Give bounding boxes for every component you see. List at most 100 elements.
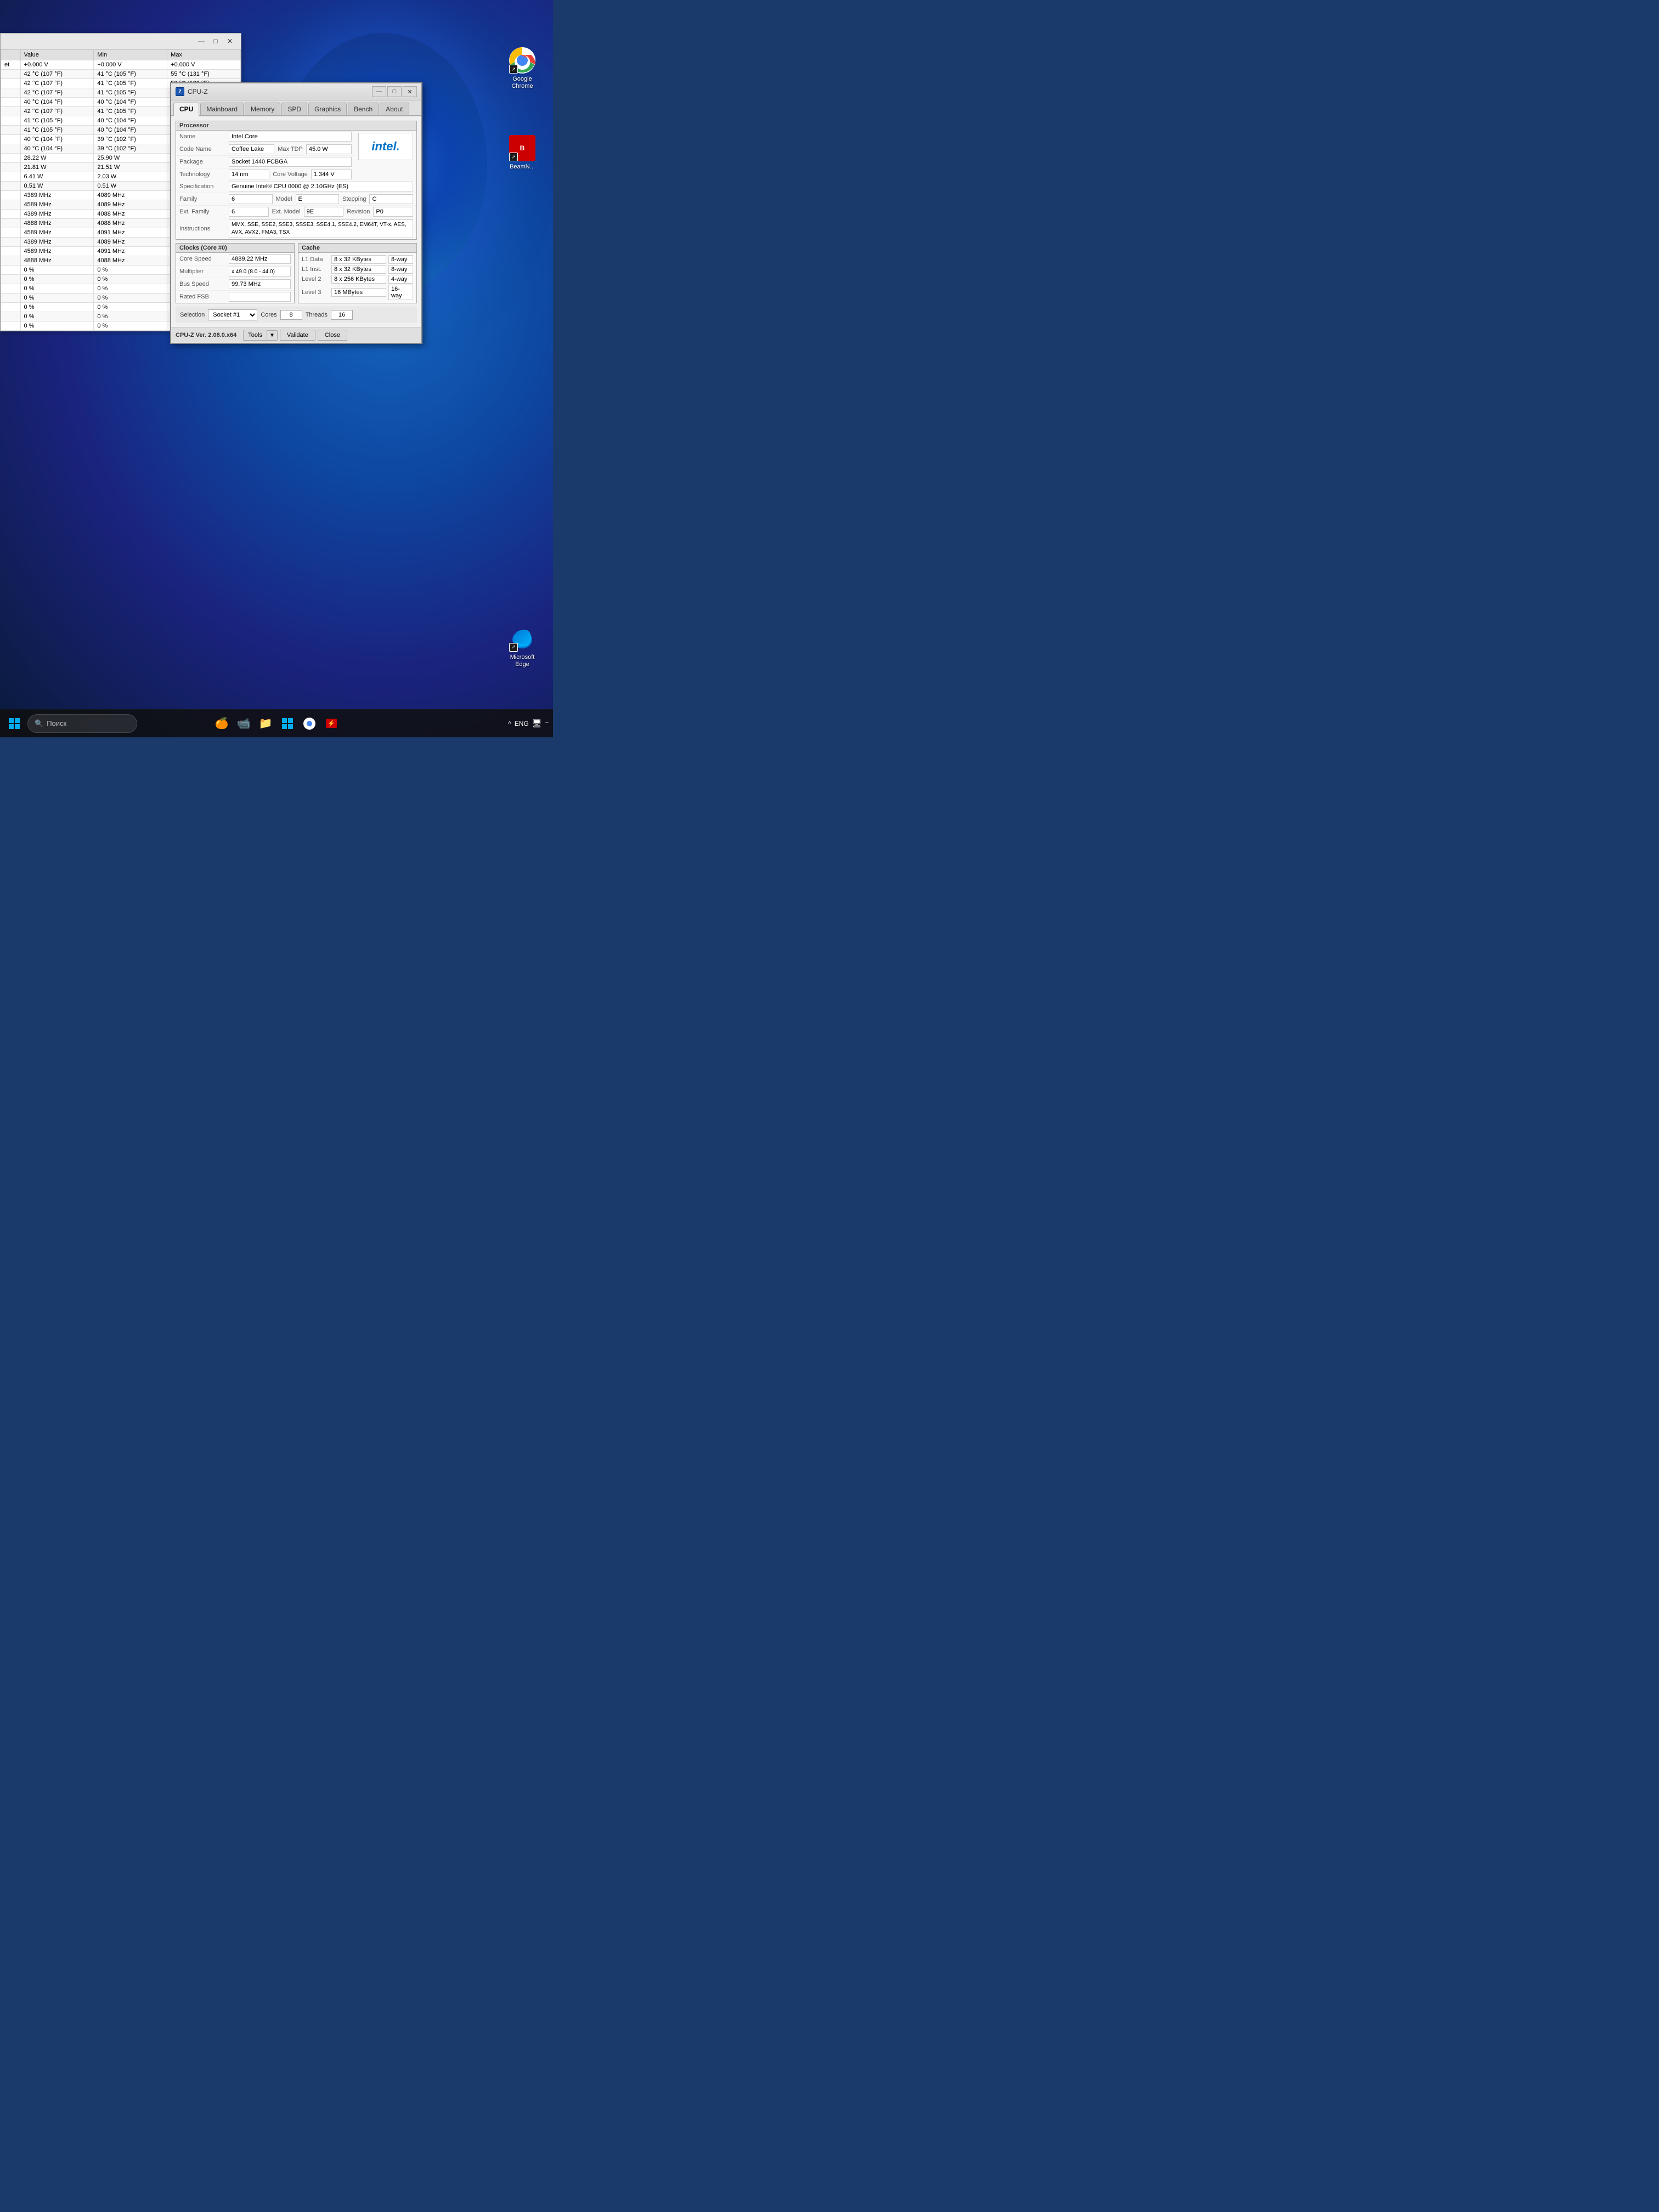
row-min: 41 °C (105 °F) <box>94 79 167 88</box>
row-value: 4389 MHz <box>20 210 94 219</box>
tab-graphics[interactable]: Graphics <box>308 103 347 115</box>
l1-inst-label: L1 Inst. <box>302 266 329 273</box>
desktop-icon-beamng[interactable]: B ↗ BeamN... <box>500 132 544 174</box>
row-min: 4088 MHz <box>94 210 167 219</box>
row-value: 4589 MHz <box>20 200 94 210</box>
taskbar-icon-video[interactable]: 📹 <box>234 714 253 733</box>
row-min: 21.51 W <box>94 163 167 172</box>
processor-name-value: Intel Core <box>229 132 352 142</box>
hwmonitor-col-max: Max <box>167 50 241 60</box>
cpuz-tab-bar: CPU Mainboard Memory SPD Graphics Bench … <box>171 100 421 116</box>
taskbar-icon-fruit[interactable]: 🍊 <box>212 714 232 733</box>
desktop-icon-chrome[interactable]: ↗ Google Chrome <box>500 44 544 93</box>
clock-time: ~ <box>545 719 549 727</box>
cpuz-titlebar: Z CPU-Z — □ ✕ <box>171 83 421 100</box>
clock[interactable]: ~ <box>545 719 549 727</box>
multiplier-value: x 49.0 (8.0 - 44.0) <box>229 267 291 276</box>
shortcut-arrow-edge: ↗ <box>509 643 518 652</box>
l1-data-way: 8-way <box>388 255 413 264</box>
row-value: 4589 MHz <box>20 228 94 238</box>
windows-start-button[interactable] <box>4 714 24 733</box>
row-min: 4091 MHz <box>94 247 167 256</box>
row-value: 40 °C (104 °F) <box>20 144 94 154</box>
revision-value: P0 <box>373 207 413 217</box>
tools-dropdown-arrow[interactable]: ▼ <box>267 330 278 341</box>
ext-model-label: Ext. Model <box>272 208 301 215</box>
row-value: 0 % <box>20 303 94 312</box>
row-label: et <box>1 60 21 70</box>
hwmonitor-minimize-btn[interactable]: — <box>195 36 208 47</box>
taskbar-icon-chrome[interactable] <box>300 714 319 733</box>
threads-label: Threads <box>306 312 328 318</box>
core-speed-row: Core Speed 4889.22 MHz <box>176 253 294 266</box>
ext-family-group: 6 Ext. Model 9E Revision P0 <box>229 207 413 217</box>
l1-data-row: L1 Data 8 x 32 KBytes 8-way <box>302 255 413 264</box>
row-value: 0 % <box>20 321 94 331</box>
table-row: et +0.000 V +0.000 V +0.000 V <box>1 60 241 70</box>
row-value: 0.51 W <box>20 182 94 191</box>
row-min: 40 °C (104 °F) <box>94 126 167 135</box>
hwmonitor-close-btn[interactable]: ✕ <box>223 36 236 47</box>
row-min: +0.000 V <box>94 60 167 70</box>
clocks-section-title: Clocks (Core #0) <box>176 244 294 253</box>
row-min: 4089 MHz <box>94 238 167 247</box>
row-min: 25.90 W <box>94 154 167 163</box>
row-value: 4888 MHz <box>20 219 94 228</box>
desktop-icon-edge[interactable]: ↗ Microsoft Edge <box>500 622 544 672</box>
bus-speed-label: Bus Speed <box>179 281 229 287</box>
processor-name-row: Name Intel Core <box>176 131 355 143</box>
socket-select[interactable]: Socket #1 <box>208 309 257 320</box>
search-placeholder: Поиск <box>47 719 66 727</box>
bus-speed-row: Bus Speed 99.73 MHz <box>176 278 294 291</box>
windows-logo-icon <box>9 718 20 729</box>
chrome-icon-img: ↗ <box>509 47 535 74</box>
edge-icon-label: Microsoft Edge <box>504 654 541 668</box>
show-hidden-icon[interactable]: ^ <box>508 720 511 727</box>
taskbar-icon-windows[interactable] <box>278 714 297 733</box>
tab-cpu[interactable]: CPU <box>173 103 199 116</box>
search-icon: 🔍 <box>35 719 43 728</box>
row-min: 41 °C (105 °F) <box>94 70 167 79</box>
row-value: 0 % <box>20 312 94 321</box>
row-min: 39 °C (102 °F) <box>94 144 167 154</box>
row-max: +0.000 V <box>167 60 241 70</box>
l1-inst-row: L1 Inst. 8 x 32 KBytes 8-way <box>302 265 413 274</box>
tab-mainboard[interactable]: Mainboard <box>200 103 244 115</box>
tab-memory[interactable]: Memory <box>245 103 280 115</box>
row-min: 40 °C (104 °F) <box>94 116 167 126</box>
spec-label: Specification <box>179 183 229 190</box>
processor-tech-row: Technology 14 nm Core Voltage 1.344 V <box>176 168 355 180</box>
row-max: 55 °C (131 °F) <box>167 70 241 79</box>
tab-about[interactable]: About <box>380 103 409 115</box>
cpuz-title: CPU-Z <box>188 88 372 95</box>
processor-family-row: Family 6 Model E Stepping C <box>176 193 416 206</box>
taskbar-icon-hwinfo[interactable]: ⚡ <box>321 714 341 733</box>
row-value: 40 °C (104 °F) <box>20 98 94 107</box>
hwinfo-icon-box: ⚡ <box>326 719 337 728</box>
level2-way: 4-way <box>388 275 413 284</box>
intel-logo: intel. <box>371 139 399 154</box>
ext-family-value: 6 <box>229 207 269 217</box>
family-group: 6 Model E Stepping C <box>229 194 413 204</box>
taskbar-icon-folder[interactable]: 📁 <box>256 714 275 733</box>
rated-fsb-label: Rated FSB <box>179 294 229 300</box>
search-bar[interactable]: 🔍 Поиск <box>27 714 137 733</box>
tab-spd[interactable]: SPD <box>281 103 307 115</box>
selection-row: Selection Socket #1 Cores 8 Threads 16 <box>176 307 417 323</box>
tools-button[interactable]: Tools <box>243 330 267 341</box>
row-min: 40 °C (104 °F) <box>94 98 167 107</box>
validate-button[interactable]: Validate <box>280 330 315 341</box>
cpuz-maximize-btn[interactable]: □ <box>387 86 402 97</box>
tab-bench[interactable]: Bench <box>348 103 379 115</box>
cpuz-minimize-btn[interactable]: — <box>372 86 386 97</box>
l1-inst-value: 8 x 32 KBytes <box>331 265 386 274</box>
beamng-icon-label: BeamN... <box>510 163 535 171</box>
core-voltage-label: Core Voltage <box>273 171 308 178</box>
level3-row: Level 3 16 MBytes 16-way <box>302 285 413 300</box>
row-min: 4089 MHz <box>94 200 167 210</box>
threads-value: 16 <box>331 310 353 320</box>
row-value: 0 % <box>20 266 94 275</box>
hwmonitor-maximize-btn[interactable]: □ <box>209 36 222 47</box>
cpuz-close-btn[interactable]: ✕ <box>403 86 417 97</box>
close-button[interactable]: Close <box>318 330 347 341</box>
